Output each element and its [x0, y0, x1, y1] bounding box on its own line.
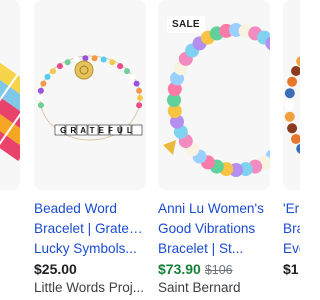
- bead: [284, 111, 295, 122]
- price: $25.00: [34, 261, 77, 277]
- original-price: $106: [204, 263, 233, 277]
- bead: [50, 68, 56, 75]
- product-card[interactable]: GRATEFUL Beaded Word Bracelet | Grateful…: [34, 0, 146, 300]
- grateful-word-bracelet-image: GRATEFUL: [34, 0, 146, 190]
- price-row: $1: [283, 260, 300, 278]
- bead: [37, 95, 43, 101]
- title-line: Beaded Word: [34, 201, 117, 216]
- bead: [136, 102, 143, 109]
- title-line: Anni Lu Women's: [158, 201, 264, 216]
- bead: [284, 100, 294, 110]
- bead: [37, 102, 44, 109]
- product-image[interactable]: [0, 0, 20, 190]
- bead: [287, 76, 298, 87]
- letter-cubes: GRATEFUL: [54, 124, 143, 136]
- svg-text:GRATEFUL: GRATEFUL: [60, 126, 136, 135]
- product-image[interactable]: [283, 0, 300, 190]
- title-line: Eve: [283, 241, 300, 256]
- bead: [73, 56, 80, 63]
- shopping-results-carousel: GRATEFUL Beaded Word Bracelet | Grateful…: [0, 0, 300, 300]
- product-card[interactable]: [0, 0, 20, 300]
- bead: [137, 95, 143, 101]
- bead: [82, 55, 89, 62]
- title-line: 'Er: [283, 201, 300, 216]
- bead: [44, 73, 51, 80]
- bead: [91, 55, 98, 62]
- bead: [109, 59, 116, 66]
- beaded-wrap-bracelet-image: [0, 0, 20, 190]
- product-title-link[interactable]: Anni Lu Women's Good Vibrations Bracelet…: [158, 199, 270, 259]
- seller-name: Little Words Proj...: [34, 280, 145, 295]
- bead: [287, 123, 298, 134]
- product-card[interactable]: 'Er Bra Eve $1: [283, 0, 300, 300]
- title-line: Bra: [283, 221, 300, 236]
- seller-name: Saint Bernard: [158, 280, 241, 295]
- title-line: Bracelet | Grateful-: [34, 221, 146, 236]
- orange-bead-bracelet-image: [283, 0, 300, 190]
- bead: [136, 87, 143, 94]
- price-row: $73.90 $106: [158, 260, 270, 279]
- bead: [56, 63, 63, 70]
- bead: [64, 59, 71, 66]
- sale-badge: SALE: [167, 16, 205, 33]
- bead: [124, 68, 130, 75]
- bead: [100, 56, 107, 63]
- price: $1: [283, 261, 299, 277]
- price-row: $25.00: [34, 260, 146, 278]
- bead: [117, 63, 124, 70]
- product-image[interactable]: GRATEFUL: [34, 0, 146, 190]
- product-card[interactable]: SALE Anni Lu Women's Good Vibrations Bra…: [158, 0, 270, 300]
- sale-price: $73.90: [158, 261, 201, 277]
- title-line: Good Vibrations: [158, 221, 256, 236]
- product-image[interactable]: SALE: [158, 0, 270, 190]
- bead: [133, 80, 140, 87]
- bead: [284, 88, 295, 99]
- bead: [40, 80, 47, 87]
- bead: [129, 73, 136, 80]
- title-line: Bracelet | St...: [158, 241, 244, 256]
- title-line: Lucky Symbols...: [34, 241, 137, 256]
- product-title-link[interactable]: 'Er Bra Eve: [283, 199, 300, 259]
- product-title-link[interactable]: Beaded Word Bracelet | Grateful- Lucky S…: [34, 199, 146, 259]
- bead: [37, 87, 44, 94]
